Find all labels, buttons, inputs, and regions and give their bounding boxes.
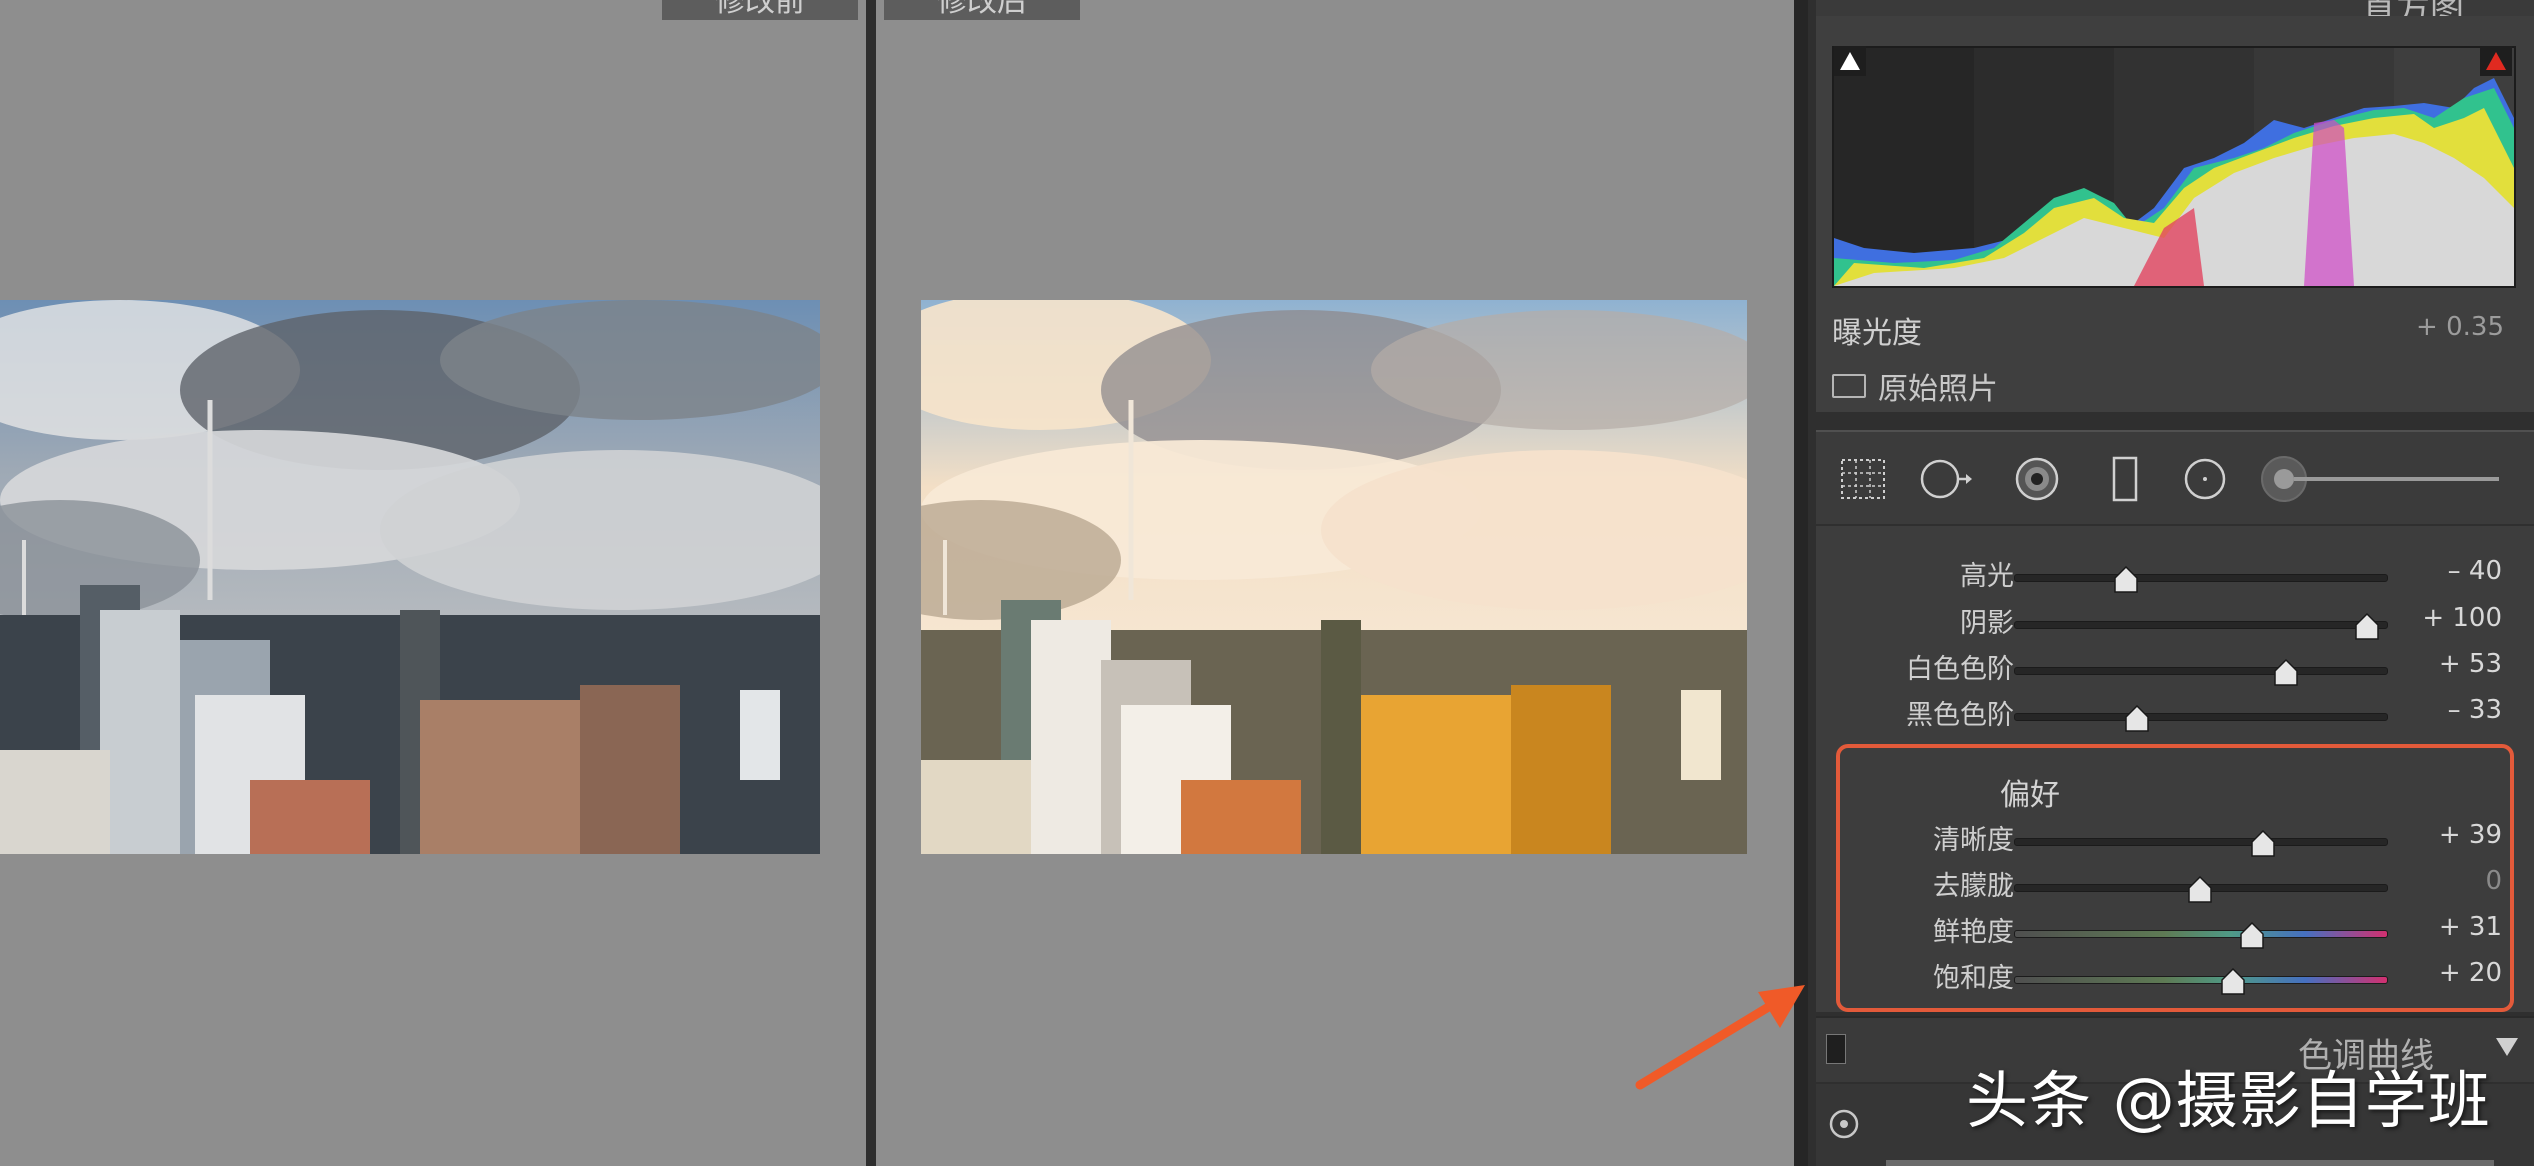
slider-row[interactable]: 去朦胧 0 (1816, 864, 2534, 904)
slider-label: 阴影 (1960, 608, 2014, 639)
slider-value: + 100 (2422, 603, 2502, 633)
slider-thumb[interactable] (2273, 659, 2299, 687)
spot-removal-icon[interactable] (1914, 450, 1976, 508)
slider-track[interactable] (2014, 838, 2388, 846)
collapse-arrow-icon[interactable] (2492, 1032, 2522, 1062)
slider-row[interactable]: 鲜艳度 + 31 (1816, 910, 2534, 950)
slider-track[interactable] (2014, 667, 2388, 675)
histogram-plot[interactable] (1832, 46, 2516, 288)
slider-thumb[interactable] (2354, 613, 2380, 641)
original-photo-checkbox[interactable] (1832, 374, 1866, 398)
histogram-header[interactable]: 直方图 (1816, 0, 2534, 30)
highlight-clipping-button[interactable] (2480, 46, 2512, 76)
slider-value: + 20 (2438, 958, 2502, 988)
tone-curve-switch[interactable] (1826, 1034, 1846, 1064)
slider-label: 清晰度 (1933, 825, 2014, 856)
slider-label: 高光 (1960, 561, 2014, 592)
develop-panel: 直方图 曝光度 + 0.35 原始照片 偏好 高光 – 40 阴影 + 100 … (1794, 0, 2534, 1166)
shadow-clipping-button[interactable] (1834, 46, 1866, 76)
slider-label: 去朦胧 (1933, 871, 2014, 902)
slider-row[interactable]: 饱和度 + 20 (1816, 956, 2534, 996)
exposure-label: 曝光度 (1832, 316, 1922, 351)
slider-thumb[interactable] (2187, 876, 2213, 904)
after-label: 修改后 (884, 0, 1080, 20)
slider-value: + 53 (2438, 649, 2502, 679)
slider-value: 0 (2485, 866, 2502, 896)
watermark: 头条 @摄影自学班 (1966, 1064, 2491, 1137)
crop-overlay-icon[interactable] (1832, 450, 1894, 508)
exposure-value: + 0.35 (2416, 312, 2504, 342)
slider-thumb[interactable] (2113, 566, 2139, 594)
basic-sliders-section: 偏好 高光 – 40 阴影 + 100 白色色阶 + 53 黑色色阶 – 33 清晰度 + 39 去… (1816, 526, 2534, 1012)
histogram-section: 曝光度 + 0.35 原始照片 (1816, 16, 2534, 412)
presence-title: 偏好 (2000, 778, 2060, 813)
slider-value: – 40 (2447, 556, 2502, 586)
slider-track[interactable] (2014, 621, 2388, 629)
slider-row[interactable]: 高光 – 40 (1816, 554, 2534, 594)
slider-value: – 33 (2447, 695, 2502, 725)
slider-label: 白色色阶 (1906, 654, 2014, 685)
slider-track[interactable] (2014, 713, 2388, 721)
target-adjust-icon[interactable] (1828, 1108, 1860, 1140)
slider-row[interactable]: 阴影 + 100 (1816, 601, 2534, 641)
slider-row[interactable]: 黑色色阶 – 33 (1816, 693, 2534, 733)
adjustment-brush-icon[interactable] (2254, 450, 2504, 508)
tone-curve-edge (1886, 1160, 2494, 1166)
compare-divider[interactable] (866, 0, 876, 1166)
radial-filter-icon[interactable] (2174, 450, 2236, 508)
red-eye-icon[interactable] (2006, 450, 2068, 508)
slider-track[interactable] (2014, 976, 2388, 984)
slider-label: 鲜艳度 (1933, 917, 2014, 948)
slider-thumb[interactable] (2239, 922, 2265, 950)
slider-row[interactable]: 清晰度 + 39 (1816, 818, 2534, 858)
slider-value: + 31 (2438, 912, 2502, 942)
before-label: 修改前 (662, 0, 858, 20)
slider-label: 饱和度 (1933, 963, 2014, 994)
slider-label: 黑色色阶 (1906, 700, 2014, 731)
slider-thumb[interactable] (2250, 830, 2276, 858)
slider-track[interactable] (2014, 930, 2388, 938)
slider-thumb[interactable] (2124, 705, 2150, 733)
original-photo-label: 原始照片 (1878, 372, 1998, 407)
graduated-filter-icon[interactable] (2094, 450, 2156, 508)
slider-value: + 39 (2438, 820, 2502, 850)
slider-row[interactable]: 白色色阶 + 53 (1816, 647, 2534, 687)
tool-strip (1816, 430, 2534, 524)
slider-thumb[interactable] (2220, 968, 2246, 996)
after-photo (921, 300, 1747, 854)
before-photo (0, 300, 820, 854)
original-photo-toggle[interactable]: 原始照片 (1832, 366, 1998, 407)
slider-track[interactable] (2014, 574, 2388, 582)
panel-edge (1794, 0, 1808, 1166)
